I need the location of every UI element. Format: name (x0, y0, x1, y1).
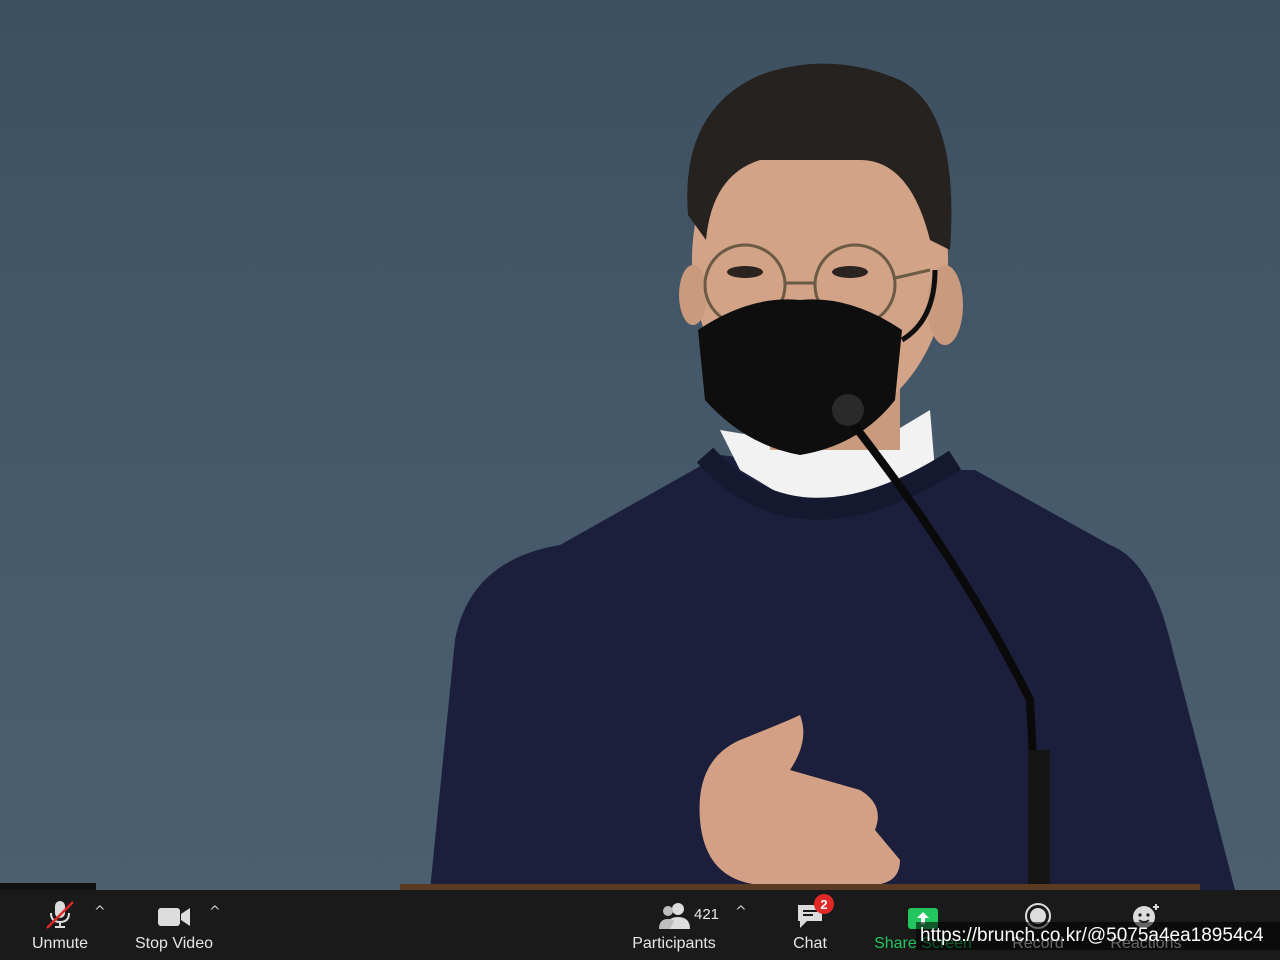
video-feed (0, 0, 1280, 890)
audio-options-caret[interactable]: ^ (94, 904, 106, 920)
chat-unread-badge: 2 (814, 894, 834, 914)
stop-video-label: Stop Video (135, 935, 213, 952)
speaker-video (430, 63, 1235, 890)
participants-count: 421 (694, 906, 720, 923)
speaker-name-tag (0, 883, 96, 890)
participants-button[interactable]: Participants (626, 890, 722, 960)
stop-video-button[interactable]: Stop Video (128, 890, 220, 960)
unmute-label: Unmute (31, 935, 89, 952)
muted-mic-icon (44, 890, 76, 930)
participants-options-caret[interactable]: ^ (735, 904, 747, 920)
watermark-url: https://brunch.co.kr/@5075a4ea18954c4 (916, 922, 1280, 950)
participants-label: Participants (632, 935, 716, 952)
video-options-caret[interactable]: ^ (209, 904, 221, 920)
video-camera-icon (157, 890, 191, 930)
chat-label: Chat (793, 935, 827, 952)
unmute-button[interactable]: Unmute (20, 890, 100, 960)
